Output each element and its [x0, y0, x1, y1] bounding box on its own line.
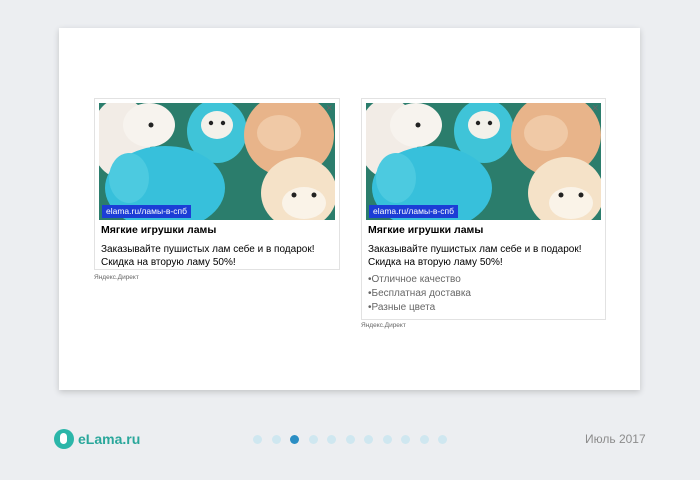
- pagination-dot[interactable]: [308, 435, 318, 444]
- ad-feature-item: Отличное качество: [368, 273, 471, 287]
- pagination-dot-active[interactable]: [290, 435, 299, 444]
- ad-image-llamas[interactable]: ✕ elama.ru/ламы-в-спб: [366, 103, 601, 220]
- pagination-dot[interactable]: [382, 435, 392, 444]
- ad-title[interactable]: Мягкие игрушки ламы: [368, 224, 483, 236]
- pagination-dot[interactable]: [438, 435, 447, 444]
- ad-image-llamas[interactable]: ✕ elama.ru/ламы-в-спб: [99, 103, 335, 220]
- ad-feature-item: Бесплатная доставка: [368, 287, 471, 301]
- pagination-dots: [253, 435, 457, 444]
- ad-text: Заказывайте пушистых лам себе и в подаро…: [101, 244, 315, 268]
- close-icon[interactable]: ✕: [325, 103, 333, 113]
- pagination-dot[interactable]: [345, 435, 355, 444]
- pagination-dot[interactable]: [401, 435, 410, 444]
- ad-block-basic[interactable]: ✕ elama.ru/ламы-в-спб Мягкие игрушки лам…: [94, 98, 340, 270]
- pagination-dot[interactable]: [419, 435, 429, 444]
- pagination-dot[interactable]: [364, 435, 373, 444]
- pagination-dot[interactable]: [271, 435, 281, 444]
- ad-feature-item: Разные цвета: [368, 301, 471, 315]
- close-icon[interactable]: ✕: [591, 103, 599, 113]
- pagination-dot[interactable]: [253, 435, 262, 444]
- ad-feature-list: Отличное качество Бесплатная доставка Ра…: [368, 273, 471, 315]
- slide-date: Июль 2017: [585, 432, 646, 446]
- ad-block-extended[interactable]: ✕ elama.ru/ламы-в-спб Мягкие игрушки лам…: [361, 98, 606, 320]
- elama-logo-icon: [54, 429, 74, 449]
- logo-text: eLama.ru: [78, 431, 141, 447]
- ad-url-badge[interactable]: elama.ru/ламы-в-спб: [102, 205, 191, 218]
- ad-url-badge[interactable]: elama.ru/ламы-в-спб: [369, 205, 458, 218]
- elama-logo[interactable]: eLama.ru: [54, 429, 140, 449]
- ad-source-label: Яндекс.Директ: [361, 322, 406, 329]
- ad-source-label: Яндекс.Директ: [94, 274, 139, 281]
- ad-title[interactable]: Мягкие игрушки ламы: [101, 224, 216, 236]
- pagination-dot[interactable]: [327, 435, 336, 444]
- ad-text: Заказывайте пушистых лам себе и в подаро…: [368, 244, 582, 268]
- slide-card: ✕ elama.ru/ламы-в-спб Мягкие игрушки лам…: [59, 28, 640, 390]
